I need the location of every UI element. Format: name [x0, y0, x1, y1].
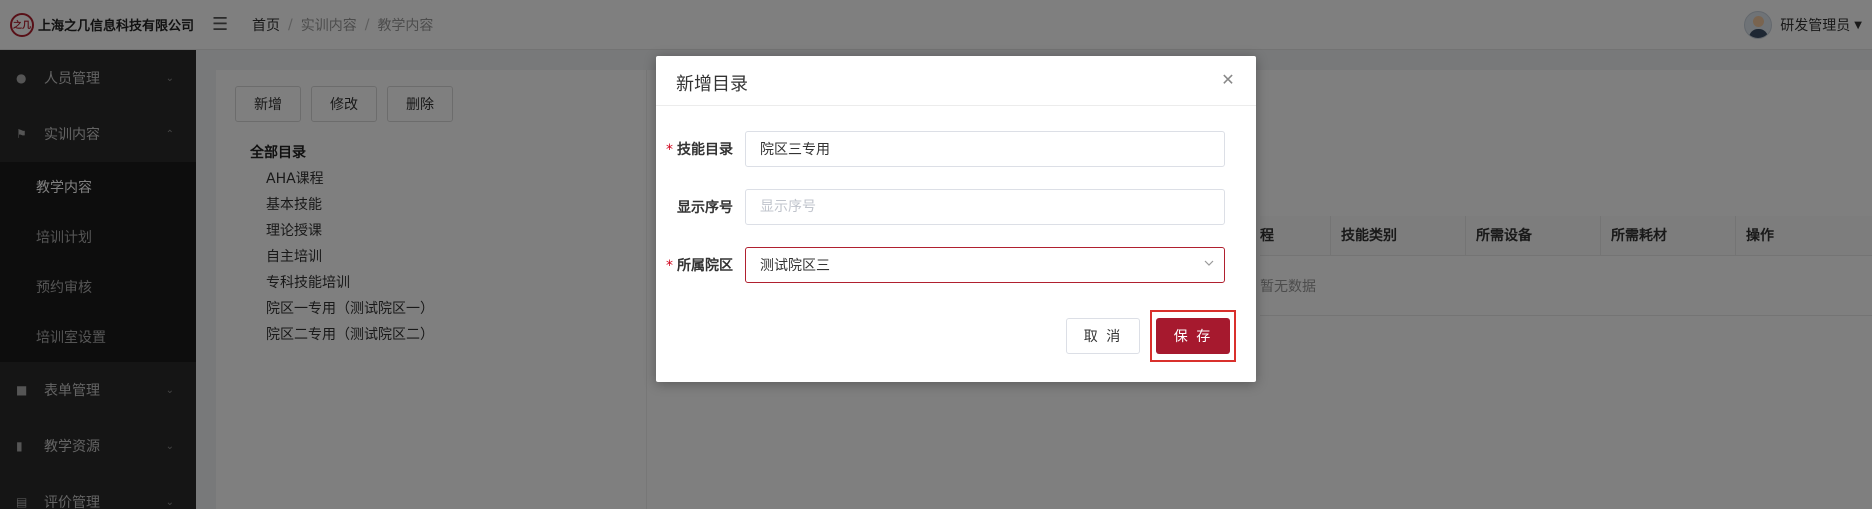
save-button-highlight: 保 存 — [1150, 310, 1236, 362]
campus-select[interactable]: 测试院区三 — [745, 247, 1225, 283]
label-text: 所属院区 — [677, 258, 733, 274]
campus-select-value: 测试院区三 — [760, 258, 830, 274]
form-row-display-order: 显示序号 — [656, 189, 1256, 225]
skill-dir-input[interactable] — [745, 131, 1225, 167]
required-mark: * — [666, 142, 673, 158]
form-label: * 技能目录 — [656, 139, 745, 159]
dialog-title: 新增目录 — [676, 74, 748, 95]
form-row-campus: * 所属院区 测试院区三 — [656, 247, 1256, 283]
cancel-button[interactable]: 取 消 — [1066, 318, 1140, 354]
label-text: 技能目录 — [677, 142, 733, 158]
save-button[interactable]: 保 存 — [1156, 318, 1230, 354]
add-directory-dialog: 新增目录 ✕ *技能目录 显示序号 *所属院区 测试院区三 取 消 保 存 — [656, 56, 1256, 382]
required-mark: * — [666, 258, 673, 274]
dialog-footer: 取 消 保 存 — [1066, 310, 1236, 362]
form-row-skill-dir: * 技能目录 — [656, 131, 1256, 167]
chevron-down-icon — [1204, 260, 1214, 266]
display-order-input[interactable] — [745, 189, 1225, 225]
form-label: 显示序号 — [677, 200, 733, 216]
form-label: * 所属院区 — [656, 255, 745, 275]
dialog-header: 新增目录 ✕ — [656, 56, 1256, 106]
close-icon[interactable]: ✕ — [1220, 72, 1236, 88]
